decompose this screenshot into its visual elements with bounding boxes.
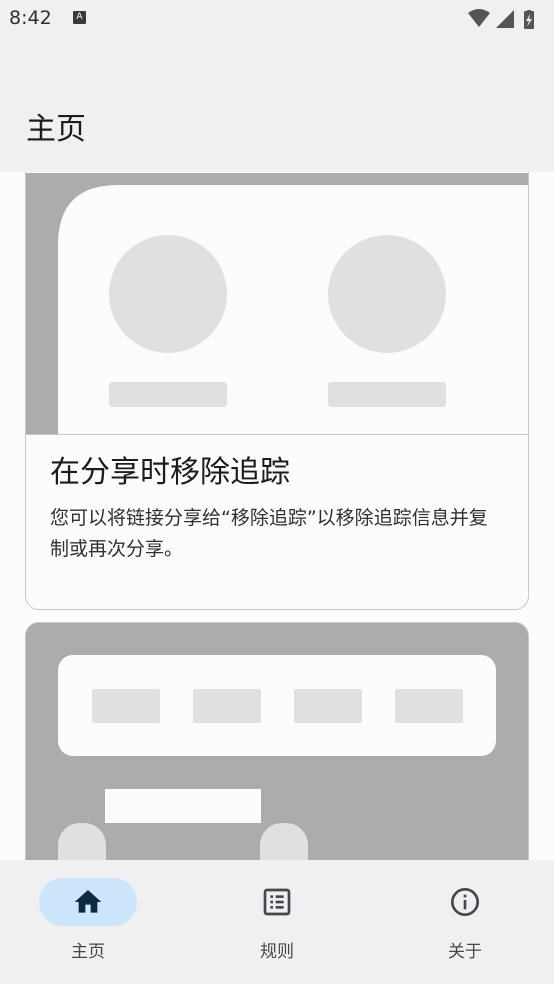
card-body: 您可以将链接分享给“移除追踪”以移除追踪信息并复制或再次分享。 xyxy=(50,507,488,560)
label-placeholder-left xyxy=(109,382,227,407)
avatar-placeholder-right xyxy=(328,235,446,353)
toolbar-illustration xyxy=(26,623,528,860)
top-app-bar: 主页 xyxy=(0,38,554,172)
label-placeholder-right xyxy=(328,382,446,407)
share-illustration xyxy=(26,173,528,435)
feature-card-remove-tracking[interactable]: 在分享时移除追踪 您可以将链接分享给“移除追踪”以移除追踪信息并复制或再次分享。 xyxy=(25,172,529,610)
nav-label-about: 关于 xyxy=(448,942,482,962)
a-icon: A xyxy=(73,11,86,24)
avatar-placeholder-left xyxy=(109,235,227,353)
nav-label-rules: 规则 xyxy=(260,942,294,962)
page-title: 主页 xyxy=(26,112,86,147)
card-divider xyxy=(26,434,528,435)
signal-icon xyxy=(496,10,514,28)
battery-icon xyxy=(524,10,534,29)
nav-item-home[interactable]: 主页 xyxy=(0,860,184,984)
status-time: 8:42 xyxy=(9,7,52,29)
status-icons xyxy=(468,9,534,29)
bottom-navigation: 主页 规则 关于 xyxy=(0,860,554,984)
card-title: 在分享时移除追踪 xyxy=(50,455,290,490)
nav-item-about[interactable]: 关于 xyxy=(370,860,554,984)
nav-item-rules[interactable]: 规则 xyxy=(185,860,369,984)
info-icon xyxy=(451,888,479,916)
feature-card-toolbar[interactable] xyxy=(25,622,529,860)
wifi-icon xyxy=(468,9,490,27)
nav-label-home: 主页 xyxy=(71,942,105,962)
content-scroll[interactable]: 在分享时移除追踪 您可以将链接分享给“移除追踪”以移除追踪信息并复制或再次分享。 xyxy=(0,172,554,860)
home-icon xyxy=(74,890,102,913)
status-bar: 8:42 A xyxy=(0,0,554,38)
list-icon xyxy=(263,888,291,916)
